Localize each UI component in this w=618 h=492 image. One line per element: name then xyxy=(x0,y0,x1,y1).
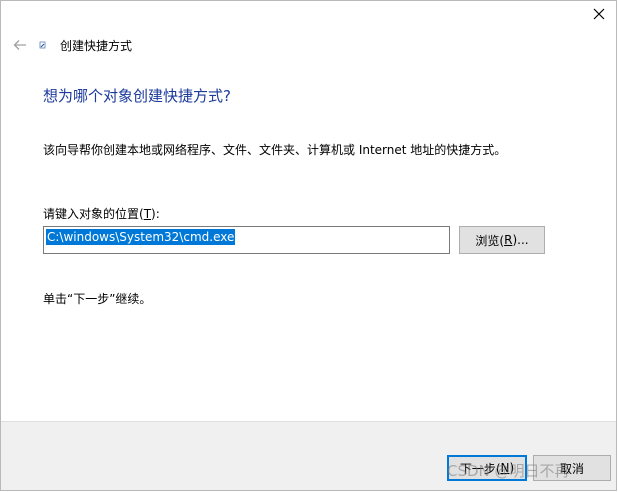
wizard-title: 创建快捷方式 xyxy=(60,38,133,53)
wizard-description: 该向导帮你创建本地或网络程序、文件、文件夹、计算机或 Internet 地址的快… xyxy=(43,143,507,157)
dialog-footer: 下一步(N) 取消 xyxy=(1,421,616,490)
close-icon xyxy=(593,8,605,20)
location-input[interactable]: C:\windows\System32\cmd.exe xyxy=(43,226,450,254)
cancel-button[interactable]: 取消 xyxy=(533,455,611,481)
location-label: 请键入对象的位置(T): xyxy=(43,207,160,221)
create-shortcut-dialog: 创建快捷方式 想为哪个对象创建快捷方式? 该向导帮你创建本地或网络程序、文件、文… xyxy=(0,0,617,491)
browse-button[interactable]: 浏览(R)... xyxy=(459,226,545,254)
page-heading: 想为哪个对象创建快捷方式? xyxy=(43,87,231,105)
continue-hint: 单击“下一步”继续。 xyxy=(43,292,152,306)
back-arrow-icon xyxy=(13,40,26,50)
wizard-header: 创建快捷方式 xyxy=(11,34,132,56)
close-button[interactable] xyxy=(586,3,612,25)
back-button[interactable] xyxy=(11,36,29,54)
next-button[interactable]: 下一步(N) xyxy=(447,455,527,481)
location-input-value: C:\windows\System32\cmd.exe xyxy=(46,229,236,245)
shortcut-wizard-icon xyxy=(38,39,48,51)
